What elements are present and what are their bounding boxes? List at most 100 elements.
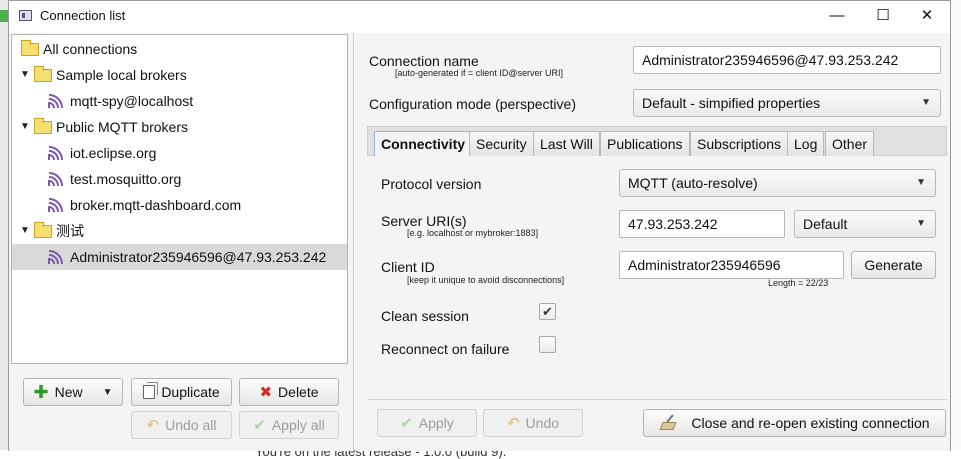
server-uri-hint: [e.g. localhost or mybroker:1883] — [407, 228, 539, 238]
tree-group-public-mqtt-brokers[interactable]: ▼ Public MQTT brokers — [12, 114, 347, 140]
delete-button-label: Delete — [278, 384, 319, 400]
background-app-edge — [0, 0, 8, 459]
tree-item-connection[interactable]: test.mosquitto.org — [12, 166, 347, 192]
connection-name-input[interactable]: Administrator235946596@47.93.253.242 — [633, 46, 941, 74]
tree-item-connection[interactable]: broker.mqtt-dashboard.com — [12, 192, 347, 218]
client-id-label: Client ID — [381, 259, 435, 275]
tab-last-will[interactable]: Last Will — [533, 131, 600, 157]
protocol-version-label: Protocol version — [381, 176, 482, 192]
undo-all-button[interactable]: ↶ Undo all — [131, 411, 232, 439]
folder-icon — [34, 222, 52, 238]
background-status-text: You're on the latest release - 1.0.0 (bu… — [255, 450, 507, 459]
server-uri-input[interactable]: 47.93.253.242 — [619, 210, 785, 238]
chevron-down-icon: ▼ — [921, 97, 931, 108]
expand-arrow-icon[interactable]: ▼ — [20, 114, 30, 140]
folder-icon — [34, 118, 52, 134]
client-id-hint: [keep it unique to avoid disconnections] — [407, 275, 565, 285]
chevron-down-icon: ▼ — [102, 386, 113, 398]
tree-item-connection[interactable]: iot.eclipse.org — [12, 140, 347, 166]
client-id-length: Length = 22/23 — [768, 278, 829, 288]
delete-icon: ✖ — [259, 384, 273, 401]
apply-button-label: Apply — [418, 415, 454, 431]
server-uri-label: Server URI(s) — [381, 213, 467, 229]
connection-signal-icon — [48, 250, 63, 265]
tab-other[interactable]: Other — [825, 131, 875, 157]
tab-publications[interactable]: Publications — [600, 131, 690, 157]
background-app-bottom-edge: You're on the latest release - 1.0.0 (bu… — [0, 450, 961, 459]
client-id-input[interactable]: Administrator235946596 — [619, 251, 844, 279]
tree-item-label: test.mosquitto.org — [70, 171, 182, 187]
check-icon: ✔ — [400, 415, 413, 432]
minimize-icon[interactable]: — — [814, 1, 860, 31]
window-title: Connection list — [40, 8, 126, 23]
tree-item-label: 测试 — [56, 223, 84, 239]
connection-signal-icon — [48, 198, 63, 213]
close-icon[interactable]: ✕ — [904, 1, 950, 31]
undo-button-label: Undo — [525, 415, 560, 431]
undo-button[interactable]: ↶ Undo — [483, 409, 583, 437]
new-button[interactable]: ✚ New ▼ — [23, 378, 123, 406]
connection-signal-icon — [48, 172, 63, 187]
divider — [367, 399, 947, 400]
check-icon: ✔ — [253, 417, 266, 434]
duplicate-button-label: Duplicate — [161, 384, 220, 400]
chevron-down-icon: ▼ — [916, 177, 926, 188]
tab-header: Connectivity Security Last Will Publicat… — [367, 126, 947, 158]
app-window-icon — [19, 10, 32, 21]
background-app-indicator — [0, 10, 8, 22]
server-uri-mode-select[interactable]: Default ▼ — [794, 210, 936, 238]
reconnect-on-failure-checkbox[interactable] — [539, 336, 556, 353]
reconnect-on-failure-label: Reconnect on failure — [381, 341, 510, 357]
connections-tree[interactable]: All connections ▼ Sample local brokers m… — [11, 34, 348, 364]
connection-details-pane: Connection name [auto-generated if = cli… — [355, 33, 950, 451]
apply-all-button-label: Apply all — [271, 417, 325, 433]
connection-actions-bar: ✚ New ▼ Duplicate ✖ Delete ↶ Undo all ✔ … — [11, 366, 348, 446]
apply-button[interactable]: ✔ Apply — [377, 409, 477, 437]
server-uri-mode-value: Default — [803, 216, 848, 232]
apply-all-button[interactable]: ✔ Apply all — [239, 411, 339, 439]
clean-session-label: Clean session — [381, 308, 469, 324]
protocol-version-select[interactable]: MQTT (auto-resolve) ▼ — [619, 169, 936, 197]
tree-item-label: mqtt-spy@localhost — [70, 93, 194, 109]
tab-subscriptions[interactable]: Subscriptions — [690, 131, 789, 157]
tab-security[interactable]: Security — [469, 131, 534, 157]
tree-group-test[interactable]: ▼ 测试 — [12, 218, 347, 244]
background-app-right-edge — [951, 0, 961, 459]
expand-arrow-icon[interactable]: ▼ — [20, 218, 30, 244]
connections-pane: All connections ▼ Sample local brokers m… — [9, 33, 354, 451]
connection-settings-tabs: Connectivity Security Last Will Publicat… — [367, 126, 947, 444]
configuration-mode-select[interactable]: Default - simpified properties ▼ — [633, 89, 941, 117]
plus-icon: ✚ — [33, 382, 49, 402]
maximize-icon[interactable]: ☐ — [860, 1, 906, 31]
checkmark-icon: ✔ — [542, 304, 553, 319]
title-bar[interactable]: Connection list — ☐ ✕ — [9, 1, 950, 32]
folder-icon — [34, 66, 52, 82]
tab-log[interactable]: Log — [787, 131, 825, 157]
tree-item-label: Public MQTT brokers — [56, 119, 188, 135]
configuration-mode-label: Configuration mode (perspective) — [369, 96, 576, 112]
new-button-label: New — [54, 384, 83, 400]
tree-item-connection-selected[interactable]: Administrator235946596@47.93.253.242 — [12, 244, 347, 270]
tree-item-label: Sample local brokers — [56, 67, 187, 83]
generate-button[interactable]: Generate — [851, 251, 936, 279]
configuration-mode-value: Default - simpified properties — [642, 95, 821, 111]
tree-item-label: Administrator235946596@47.93.253.242 — [70, 249, 327, 265]
undo-icon: ↶ — [506, 415, 520, 432]
delete-button[interactable]: ✖ Delete — [239, 378, 339, 406]
close-and-reopen-button[interactable]: Close and re-open existing connection — [643, 409, 946, 437]
tree-item-label: All connections — [43, 41, 138, 57]
tree-item-connection[interactable]: mqtt-spy@localhost — [12, 88, 347, 114]
duplicate-icon — [143, 382, 159, 399]
tree-item-all-connections[interactable]: All connections — [12, 36, 347, 62]
expand-arrow-icon[interactable]: ▼ — [20, 62, 30, 88]
close-and-reopen-button-label: Close and re-open existing connection — [691, 415, 930, 431]
duplicate-button[interactable]: Duplicate — [131, 378, 232, 406]
tree-group-sample-local-brokers[interactable]: ▼ Sample local brokers — [12, 62, 347, 88]
connection-signal-icon — [48, 94, 63, 109]
generate-button-label: Generate — [864, 257, 923, 273]
tab-connectivity[interactable]: Connectivity — [374, 131, 473, 158]
broom-icon — [659, 417, 677, 429]
undo-all-button-label: Undo all — [165, 417, 217, 433]
protocol-version-value: MQTT (auto-resolve) — [628, 175, 758, 191]
clean-session-checkbox[interactable]: ✔ — [539, 303, 556, 320]
